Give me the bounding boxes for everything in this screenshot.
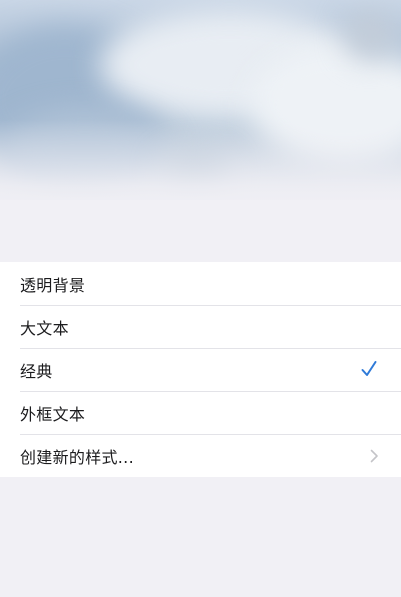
menu-item-outline-text[interactable]: 外框文本 [0, 391, 401, 434]
menu-item-label: 外框文本 [20, 404, 86, 424]
menu-item-transparent-background[interactable]: 透明背景 [0, 262, 401, 305]
background-fade [0, 120, 401, 215]
menu-item-label: 透明背景 [20, 275, 86, 295]
menu-item-create-new-style[interactable]: 创建新的样式... [0, 434, 401, 477]
blur-shape [345, 10, 395, 60]
menu-item-classic[interactable]: 经典 [0, 348, 401, 391]
chevron-right-icon [370, 449, 378, 463]
style-options-list: 透明背景 大文本 经典 外框文本 创建新的样式... [0, 262, 401, 477]
menu-item-label: 创建新的样式... [20, 447, 134, 467]
menu-item-label: 大文本 [20, 318, 69, 338]
menu-item-label: 经典 [20, 361, 53, 381]
checkmark-icon [361, 361, 377, 376]
menu-item-large-text[interactable]: 大文本 [0, 305, 401, 348]
